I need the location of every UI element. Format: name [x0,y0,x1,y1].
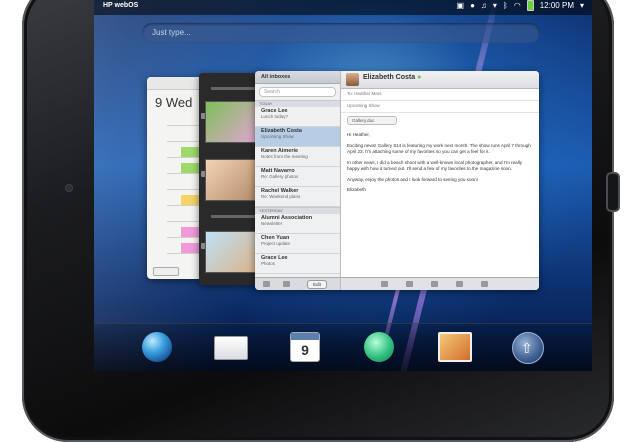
section-header: TODAY [255,100,340,107]
message-subject: Re: Gallery photos [261,174,299,179]
delete-icon[interactable] [481,281,488,287]
messaging-icon[interactable] [364,332,394,362]
sender-name: Elizabeth Costa ● [363,74,422,81]
notifications-icon[interactable]: ▣ [457,1,465,10]
launcher-icon[interactable]: ⇧ [512,332,544,364]
message-subject: Notes from the meeting [261,154,308,159]
reply-icon[interactable] [381,281,388,287]
reply-all-icon[interactable] [406,281,413,287]
photos-icon[interactable] [438,332,472,362]
calendar-icon[interactable]: 9 [290,332,320,362]
screen: HP webOS ▣ ● ♫ ▾ ᛒ ◠ 12:00 PM ▾ Just typ… [94,0,592,371]
app-title[interactable]: HP webOS [103,2,138,9]
photo-thumbnail[interactable] [205,101,257,143]
move-icon[interactable] [456,281,463,287]
photos-row [211,215,261,218]
email-card[interactable]: All inboxes Search TODAY Grace Lee Lunch… [255,71,539,290]
body-paragraph: In other news, I did a beach shoot with … [347,159,523,172]
message-subject: Photos [261,261,276,266]
list-item[interactable]: Matt Navarro Re: Gallery photos [255,167,340,187]
quick-launch-dock: 9 ⇧ [94,323,592,371]
music-icon[interactable]: ♫ [481,1,487,10]
inbox-toolbar: Edit [255,277,340,290]
reader-header: Elizabeth Costa ● [341,71,539,89]
camera-icon [66,185,72,191]
message-subject: Newsletter [261,221,283,226]
menu-chevron-icon[interactable]: ▾ [580,1,584,10]
chevron-down-icon[interactable]: ▾ [493,1,497,10]
body-paragraph: Elizabeth [347,187,366,192]
status-bar[interactable]: HP webOS ▣ ● ♫ ▾ ᛒ ◠ 12:00 PM ▾ [94,0,592,15]
calendar-date: 9 Wed [155,95,193,110]
list-item-selected[interactable]: Elizabeth Costa Upcoming Show [255,127,340,147]
battery-icon [526,0,534,11]
body-paragraph: Exciting news! Gallery 814 is featuring … [347,142,531,155]
list-item[interactable]: Grace Lee Photos [255,254,340,274]
inbox-search-input[interactable]: Search [259,87,336,97]
clock[interactable]: 12:00 PM [540,1,574,10]
reader-toolbar [341,277,539,290]
inbox-list[interactable]: All inboxes Search TODAY Grace Lee Lunch… [255,71,341,290]
body-paragraph: Hi Heather, [347,132,370,137]
subject-line: Upcoming Show [341,101,539,113]
compose-icon[interactable] [263,281,270,287]
center-button[interactable] [606,172,620,212]
chat-icon[interactable]: ● [470,1,475,10]
attachment-chip[interactable]: Gallery.doc [347,116,397,125]
calendar-button[interactable] [153,267,179,276]
message-body: Hi Heather, Exciting news! Gallery 814 i… [341,128,539,202]
body-paragraph: Anyway, enjoy the photos and I look forw… [347,176,478,182]
refresh-icon[interactable] [283,281,290,287]
photos-header-row [211,87,261,90]
tablet-device: HP webOS ▣ ● ♫ ▾ ᛒ ◠ 12:00 PM ▾ Just typ… [22,0,620,442]
message-subject: Upcoming Show [261,134,294,139]
search-input[interactable]: Just type... [142,23,540,43]
calendar-icon-day: 9 [301,342,309,358]
list-item[interactable]: Chen Yuan Project update [255,234,340,254]
online-status-icon: ● [417,74,422,81]
recipient-line: To: Heather Mars [341,89,539,101]
message-subject: Lunch today? [261,114,289,119]
avatar [346,73,359,86]
message-subject: Project update [261,241,291,246]
status-icons[interactable]: ▣ ● ♫ ▾ ᛒ ◠ 12:00 PM ▾ [457,0,584,11]
bluetooth-icon: ᛒ [502,1,508,10]
list-item[interactable]: Alumni Association Newsletter [255,214,340,234]
forward-icon[interactable] [431,281,438,287]
list-item[interactable]: Grace Lee Lunch today? [255,107,340,127]
photo-thumbnail[interactable] [205,159,257,201]
calendar-icon-top [291,333,319,340]
wifi-icon: ◠ [513,1,521,10]
photo-thumbnail[interactable] [205,231,257,273]
list-item[interactable]: Karen Aimerie Notes from the meeting [255,147,340,167]
inbox-title[interactable]: All inboxes [255,71,340,84]
section-header: YESTERDAY [255,207,340,214]
message-reader[interactable]: Elizabeth Costa ● To: Heather Mars Upcom… [341,71,539,290]
message-subject: Re: Weekend plans [261,194,301,199]
list-item[interactable]: Rachel Walker Re: Weekend plans [255,187,340,207]
email-icon[interactable] [214,336,248,360]
edit-button[interactable]: Edit [307,280,327,289]
up-arrow-icon: ⇧ [521,340,533,356]
web-browser-icon[interactable] [142,332,172,362]
